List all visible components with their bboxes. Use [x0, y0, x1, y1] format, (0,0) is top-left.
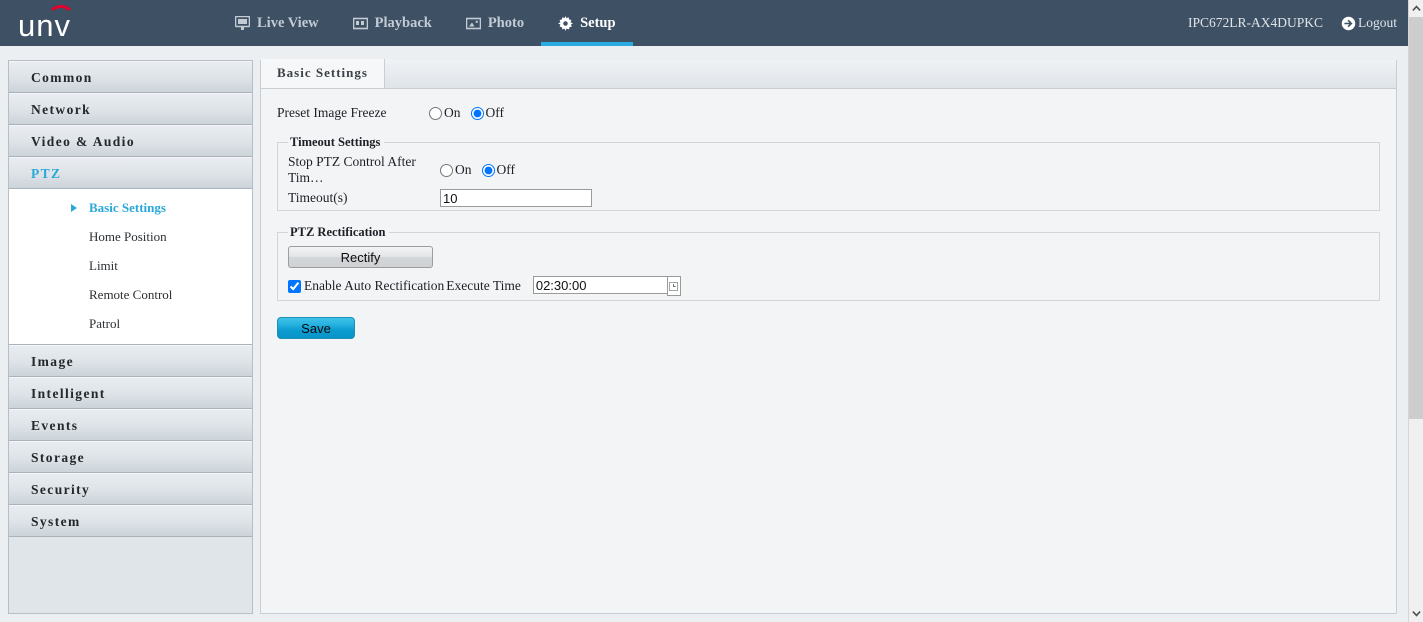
nav-item-setup[interactable]: Setup: [541, 0, 634, 46]
save-button[interactable]: Save: [277, 317, 355, 339]
ptz-rectification-fieldset: PTZ Rectification Rectify Enable Auto Re…: [277, 225, 1380, 301]
sidebar: Common Network Video & Audio PTZ Basic S…: [8, 60, 253, 614]
chevron-up-icon[interactable]: [1409, 0, 1423, 17]
preset-freeze-on-label: On: [444, 105, 461, 120]
sidebar-item-intelligent[interactable]: Intelligent: [9, 377, 252, 409]
stop-ptz-on-label: On: [455, 162, 472, 177]
preset-freeze-off-option[interactable]: Off: [470, 105, 505, 121]
sidebar-subitem-limit[interactable]: Limit: [9, 251, 252, 280]
timeout-row: Timeout(s): [288, 184, 1369, 212]
sidebar-item-common[interactable]: Common: [9, 61, 252, 93]
clock-icon[interactable]: [666, 276, 681, 296]
logout-button[interactable]: Logout: [1341, 15, 1397, 31]
tab-strip: Basic Settings: [261, 59, 1396, 89]
sidebar-item-system[interactable]: System: [9, 505, 252, 537]
preset-freeze-off-label: Off: [485, 105, 505, 120]
stop-ptz-off-option[interactable]: Off: [481, 162, 516, 178]
preset-freeze-on-option[interactable]: On: [429, 105, 461, 121]
preset-freeze-off-radio[interactable]: [470, 106, 484, 120]
triangle-right-icon: [71, 204, 77, 212]
stop-ptz-off-radio[interactable]: [481, 163, 495, 177]
logout-label: Logout: [1358, 15, 1397, 30]
rectify-button[interactable]: Rectify: [288, 246, 433, 268]
nav-item-live-view[interactable]: Live View: [218, 0, 336, 46]
chevron-down-icon[interactable]: [1409, 605, 1423, 622]
execute-time-label: Execute Time: [446, 278, 521, 293]
nav-item-playback[interactable]: Playback: [336, 0, 449, 46]
ptz-submenu: Basic Settings Home Position Limit Remot…: [9, 189, 252, 345]
tab-basic-settings[interactable]: Basic Settings: [261, 59, 385, 88]
vertical-scrollbar[interactable]: [1408, 0, 1423, 622]
preset-image-freeze-row: Preset Image Freeze On Off: [277, 99, 1378, 127]
enable-auto-rectification-label[interactable]: Enable Auto Rectification: [304, 278, 444, 294]
unv-logo: unv: [18, 0, 113, 46]
sidebar-item-image[interactable]: Image: [9, 345, 252, 377]
timeout-settings-legend: Timeout Settings: [290, 135, 381, 149]
stop-ptz-off-label: Off: [496, 162, 516, 177]
sidebar-subitem-label: Patrol: [89, 316, 121, 331]
stop-ptz-label: Stop PTZ Control After Tim…: [288, 154, 416, 185]
sidebar-subitem-label: Limit: [89, 258, 118, 273]
enable-auto-rectification-checkbox[interactable]: [288, 279, 301, 293]
header-right: IPC672LR-AX4DUPKC Logout: [1188, 0, 1409, 46]
sidebar-subitem-label: Remote Control: [89, 287, 173, 302]
scrollbar-thumb[interactable]: [1409, 17, 1423, 419]
stop-ptz-on-radio[interactable]: [440, 163, 453, 177]
sidebar-item-storage[interactable]: Storage: [9, 441, 252, 473]
settings-form: Preset Image Freeze On Off Timeout Setti…: [261, 89, 1396, 339]
sidebar-item-security[interactable]: Security: [9, 473, 252, 505]
stop-ptz-on-option[interactable]: On: [440, 162, 472, 178]
gear-icon: [558, 15, 574, 31]
sidebar-item-video-audio[interactable]: Video & Audio: [9, 125, 252, 157]
nav-item-photo[interactable]: Photo: [449, 0, 541, 46]
sidebar-subitem-home-position[interactable]: Home Position: [9, 222, 252, 251]
sidebar-subitem-label: Home Position: [89, 229, 167, 244]
sidebar-item-network[interactable]: Network: [9, 93, 252, 125]
sidebar-item-events[interactable]: Events: [9, 409, 252, 441]
stop-ptz-radio-group: On Off: [440, 162, 525, 178]
sidebar-subitem-remote-control[interactable]: Remote Control: [9, 280, 252, 309]
nav-label-setup: Setup: [580, 14, 616, 31]
preset-image-freeze-radio-group: On Off: [429, 105, 514, 121]
logo-arc-icon: [47, 5, 75, 18]
timeout-input[interactable]: [440, 189, 592, 207]
nav-label-playback: Playback: [374, 14, 432, 31]
ptz-rectification-legend: PTZ Rectification: [290, 225, 386, 239]
timeout-settings-fieldset: Timeout Settings Stop PTZ Control After …: [277, 135, 1380, 211]
sidebar-subitem-basic-settings[interactable]: Basic Settings: [9, 193, 252, 222]
monitor-icon: [235, 16, 250, 30]
timeout-label: Timeout(s): [288, 190, 348, 205]
sidebar-item-ptz[interactable]: PTZ: [9, 157, 252, 189]
app-header: unv Live View Playback Photo Setup IPC67…: [0, 0, 1409, 46]
execute-time-input[interactable]: [532, 276, 667, 294]
stop-ptz-row: Stop PTZ Control After Tim… On Off: [288, 154, 1369, 185]
preset-image-freeze-label: Preset Image Freeze: [277, 105, 387, 120]
nav-label-photo: Photo: [487, 14, 525, 31]
nav-label-live-view: Live View: [257, 14, 319, 31]
logout-arrow-icon: [1341, 16, 1356, 31]
execute-time-field: [532, 276, 681, 296]
device-name: IPC672LR-AX4DUPKC: [1187, 15, 1323, 30]
preset-freeze-on-radio[interactable]: [429, 106, 442, 120]
main-nav: Live View Playback Photo Setup: [218, 0, 634, 46]
auto-rectification-row: Enable Auto Rectification Execute Time: [288, 276, 1369, 296]
content-panel: Basic Settings Preset Image Freeze On Of…: [260, 59, 1397, 614]
sidebar-filler: [9, 537, 252, 597]
sidebar-subitem-patrol[interactable]: Patrol: [9, 309, 252, 338]
film-icon: [352, 17, 368, 30]
sidebar-subitem-label: Basic Settings: [89, 200, 166, 215]
image-icon: [465, 17, 481, 30]
